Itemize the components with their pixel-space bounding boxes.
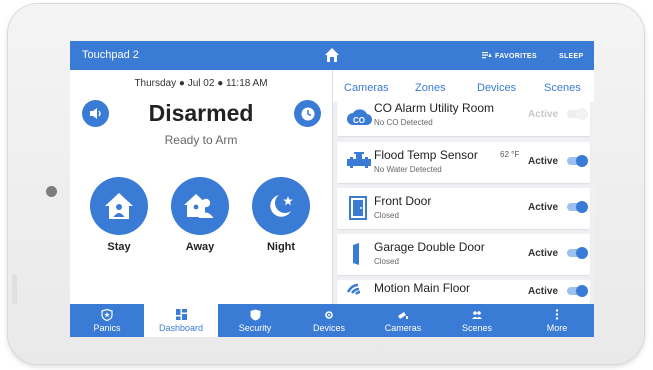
tab-bar: Cameras Zones Devices Scenes <box>333 70 594 103</box>
zone-toggle[interactable] <box>567 247 588 259</box>
sleep-label: SLEEP <box>559 53 584 60</box>
zone-status: Closed <box>374 257 399 266</box>
people-icon <box>471 309 483 321</box>
away-label: Away <box>185 241 215 253</box>
home-icon[interactable] <box>323 46 341 64</box>
tab-devices[interactable]: Devices <box>477 82 516 94</box>
grid-icon <box>175 309 187 321</box>
device-home-button[interactable] <box>46 186 57 197</box>
shield-icon <box>249 309 261 321</box>
nav-label: Panics <box>93 322 121 333</box>
away-button[interactable]: Away <box>170 177 230 253</box>
nav-cameras[interactable]: Cameras <box>366 304 440 337</box>
more-icon <box>551 309 563 321</box>
night-button[interactable]: Night <box>251 177 311 253</box>
security-panel: Thursday ● Jul 02 ● 11:18 AM Disarmed Re… <box>70 70 333 304</box>
sleep-button[interactable]: SLEEP <box>548 51 583 62</box>
nav-devices[interactable]: Devices <box>292 304 366 337</box>
garage-door-icon <box>346 242 370 266</box>
alarm-status: Disarmed <box>148 100 254 126</box>
nav-label: Cameras <box>384 322 422 333</box>
nav-panics[interactable]: Panics <box>70 304 144 337</box>
zone-name: Garage Double Door <box>374 240 485 254</box>
separator-dot: ● <box>217 78 227 89</box>
weekday: Thursday <box>134 78 177 89</box>
night-label: Night <box>266 241 296 253</box>
favorites-label: FAVORITES <box>495 52 537 60</box>
motion-icon <box>346 282 370 304</box>
device-side-edge <box>12 274 17 304</box>
favorites-icon <box>482 51 492 61</box>
zone-name: Motion Main Floor <box>374 281 471 295</box>
clock-button[interactable] <box>294 100 321 127</box>
nav-label: Dashboard <box>158 322 204 333</box>
tab-zones[interactable]: Zones <box>415 82 446 94</box>
zone-state: Active <box>528 109 559 120</box>
door-icon <box>346 196 370 220</box>
svg-text:CO: CO <box>353 116 365 125</box>
device-title: Touchpad 2 <box>82 49 139 61</box>
zone-state: Active <box>528 286 559 297</box>
house-person-icon <box>90 177 148 235</box>
top-bar: Touchpad 2 FAVORITES SLEEP <box>70 41 594 70</box>
pipe-icon <box>346 150 371 174</box>
camera-icon <box>397 309 409 321</box>
stay-button[interactable]: Stay <box>89 177 149 253</box>
co-icon: CO <box>346 105 373 129</box>
nav-scenes[interactable]: Scenes <box>440 304 514 337</box>
zone-temperature: 62 °F <box>500 150 520 159</box>
devices-icon <box>323 309 335 321</box>
zone-row[interactable]: Front Door Closed Active <box>337 188 590 229</box>
zone-name: Flood Temp Sensor <box>374 148 478 162</box>
moon-star-icon <box>252 177 310 235</box>
time: 11:18 AM <box>226 78 268 89</box>
zone-toggle[interactable] <box>567 155 588 167</box>
zone-row[interactable]: Motion Main Floor Active <box>337 280 590 304</box>
zone-status: No Water Detected <box>374 165 442 174</box>
clock-icon <box>301 107 314 120</box>
shield-star-icon <box>101 308 113 321</box>
bottom-navigation: Panics Dashboard Security Devices Camera… <box>70 304 594 337</box>
moon-icon <box>548 51 556 62</box>
house-people-icon <box>171 177 229 235</box>
zone-state: Active <box>528 248 559 259</box>
zone-status: No CO Detected <box>374 118 433 127</box>
touchpad-screen: Touchpad 2 FAVORITES SLEEP Thursday ● Ju… <box>70 41 594 337</box>
zone-row[interactable]: Garage Double Door Closed Active <box>337 234 590 275</box>
zone-toggle[interactable] <box>567 285 588 297</box>
nav-label: Security <box>238 322 272 333</box>
separator-dot: ● <box>178 78 188 89</box>
nav-dashboard[interactable]: Dashboard <box>144 304 218 337</box>
tab-scenes[interactable]: Scenes <box>544 82 581 94</box>
zone-status: Closed <box>374 211 399 220</box>
nav-security[interactable]: Security <box>218 304 292 337</box>
devices-panel: Cameras Zones Devices Scenes CO CO Alarm… <box>333 70 594 304</box>
zone-row[interactable]: CO CO Alarm Utility Room No CO Detected … <box>337 99 590 136</box>
favorites-button[interactable]: FAVORITES <box>482 51 537 61</box>
zone-state: Active <box>528 202 559 213</box>
date-time: Thursday ● Jul 02 ● 11:18 AM <box>70 78 332 89</box>
zone-name: Front Door <box>374 194 432 208</box>
tab-cameras[interactable]: Cameras <box>344 82 389 94</box>
zone-name: CO Alarm Utility Room <box>374 101 495 115</box>
zone-row[interactable]: Flood Temp Sensor 62 °F No Water Detecte… <box>337 142 590 183</box>
zone-toggle[interactable] <box>567 108 588 120</box>
stay-label: Stay <box>107 241 131 253</box>
nav-label: More <box>546 322 568 333</box>
zone-toggle[interactable] <box>567 201 588 213</box>
date: Jul 02 <box>187 78 215 89</box>
ready-status: Ready to Arm <box>164 133 238 147</box>
zone-state: Active <box>528 156 559 167</box>
nav-more[interactable]: More <box>520 304 594 337</box>
nav-label: Devices <box>312 322 345 333</box>
nav-label: Scenes <box>461 322 493 333</box>
